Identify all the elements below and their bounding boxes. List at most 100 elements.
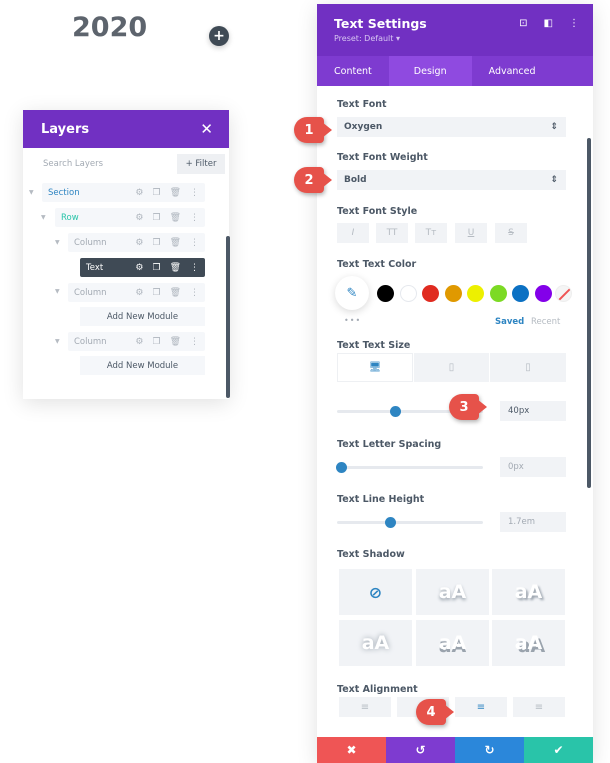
gear-icon[interactable]: ⚙	[135, 188, 143, 198]
more-icon[interactable]: ⋮	[190, 213, 199, 223]
line-height-input[interactable]: 1.7em	[500, 512, 566, 532]
close-icon[interactable]: ✕	[200, 120, 213, 138]
settings-scrollbar[interactable]	[587, 138, 591, 488]
layers-scrollbar[interactable]	[226, 236, 230, 398]
duplicate-icon[interactable]: ❐	[152, 213, 160, 223]
shadow-option-5[interactable]: aA	[492, 620, 565, 666]
layer-section[interactable]: Section ⚙ ❐ 🗑 ⋮	[42, 183, 205, 202]
gear-icon[interactable]: ⚙	[135, 288, 143, 298]
layer-column[interactable]: Column ⚙ ❐ 🗑 ⋮	[68, 332, 205, 351]
strikethrough-button[interactable]: S	[495, 223, 527, 243]
uppercase-button[interactable]: TT	[376, 223, 408, 243]
align-left-button[interactable]: ≡	[339, 697, 391, 717]
trash-icon[interactable]: 🗑	[170, 238, 181, 248]
text-font-weight-label: Text Font Weight	[337, 152, 428, 163]
text-shadow-label: Text Shadow	[337, 549, 405, 560]
text-size-input[interactable]: 40px	[500, 401, 566, 421]
add-new-module-button[interactable]: Add New Module	[80, 356, 205, 375]
layer-column[interactable]: Column ⚙ ❐ 🗑 ⋮	[68, 283, 205, 302]
align-justify-icon: ≡	[534, 701, 544, 713]
color-swatch[interactable]	[489, 285, 507, 302]
layers-title: Layers	[41, 121, 90, 137]
line-height-slider[interactable]	[337, 517, 483, 528]
color-swatch[interactable]	[467, 285, 484, 302]
color-swatch[interactable]	[422, 285, 439, 302]
italic-button[interactable]: I	[337, 223, 369, 243]
letter-spacing-slider[interactable]	[336, 462, 483, 473]
trash-icon[interactable]: 🗑	[170, 337, 181, 347]
layers-search-bar: Search Layers + Filter	[23, 151, 229, 177]
trash-icon[interactable]: 🗑	[170, 213, 181, 223]
shadow-option-4[interactable]: aA	[416, 620, 489, 666]
duplicate-icon[interactable]: ❐	[152, 238, 160, 248]
annotation-marker-4: 4	[416, 699, 454, 725]
slider-handle[interactable]	[390, 406, 402, 417]
page-heading: 2020	[72, 12, 148, 43]
add-section-button[interactable]: +	[209, 26, 229, 46]
redo-button[interactable]: ↻	[455, 737, 524, 763]
slider-handle[interactable]	[384, 517, 396, 528]
duplicate-icon[interactable]: ❐	[152, 288, 160, 298]
text-font-select[interactable]: Oxygen ⇕	[337, 117, 566, 137]
align-right-icon: ≡	[476, 701, 486, 713]
more-icon[interactable]: ⋮	[190, 238, 199, 248]
duplicate-icon[interactable]: ❐	[152, 337, 160, 347]
more-colors-icon[interactable]: •••	[344, 316, 361, 325]
align-right-button[interactable]: ≡	[455, 697, 507, 717]
trash-icon[interactable]: 🗑	[170, 288, 181, 298]
search-layers-input[interactable]: Search Layers	[23, 159, 177, 169]
desktop-tab[interactable]: 🖥	[337, 353, 413, 382]
more-icon[interactable]: ⋮	[190, 337, 199, 347]
color-swatch[interactable]	[534, 285, 552, 302]
tablet-tab[interactable]: ▯	[414, 353, 489, 382]
shadow-option-2[interactable]: aA	[492, 569, 565, 615]
layer-column[interactable]: Column ⚙ ❐ 🗑 ⋮	[68, 233, 205, 252]
shadow-option-1[interactable]: aA	[416, 569, 489, 615]
gear-icon[interactable]: ⚙	[135, 337, 143, 347]
collapse-icon[interactable]: ▼	[41, 214, 46, 221]
undo-button[interactable]: ↺	[386, 737, 455, 763]
collapse-icon[interactable]: ▼	[55, 239, 60, 246]
text-font-label: Text Font	[337, 99, 387, 110]
color-swatch[interactable]	[512, 285, 529, 302]
letter-spacing-label: Text Letter Spacing	[337, 439, 442, 450]
recent-colors-tab[interactable]: Recent	[531, 317, 560, 327]
more-icon[interactable]: ⋮	[190, 263, 199, 273]
letter-spacing-input[interactable]: 0px	[500, 457, 566, 477]
gear-icon[interactable]: ⚙	[135, 238, 143, 248]
layer-text-selected[interactable]: Text ⚙ ❐ 🗑 ⋮	[80, 258, 205, 277]
save-button[interactable]: ✔	[524, 737, 593, 763]
color-swatch[interactable]	[444, 285, 462, 302]
trash-icon[interactable]: 🗑	[170, 188, 181, 198]
eyedropper-icon[interactable]: ✎	[335, 276, 369, 310]
underline-button[interactable]: U	[455, 223, 487, 243]
more-icon[interactable]: ⋮	[190, 288, 199, 298]
saved-colors-tab[interactable]: Saved	[495, 317, 524, 327]
capitalize-button[interactable]: Tт	[415, 223, 447, 243]
color-swatch[interactable]	[377, 285, 394, 302]
align-justify-button[interactable]: ≡	[513, 697, 565, 717]
shadow-option-3[interactable]: aA	[339, 620, 412, 666]
collapse-icon[interactable]: ▼	[55, 288, 60, 295]
shadow-none-option[interactable]: ⊘	[339, 569, 412, 615]
phone-tab[interactable]: ▯	[490, 353, 566, 382]
gear-icon[interactable]: ⚙	[135, 263, 143, 273]
tablet-icon: ▯	[448, 362, 455, 373]
layer-row[interactable]: Row ⚙ ❐ 🗑 ⋮	[55, 208, 205, 227]
collapse-icon[interactable]: ▼	[55, 338, 60, 345]
slider-handle[interactable]	[336, 462, 348, 473]
cancel-button[interactable]: ✖	[317, 737, 386, 763]
duplicate-icon[interactable]: ❐	[152, 263, 160, 273]
text-font-weight-select[interactable]: Bold ⇕	[337, 170, 566, 190]
color-swatch[interactable]	[399, 285, 417, 302]
line-height-label: Text Line Height	[337, 494, 425, 505]
filter-button[interactable]: + Filter	[177, 154, 225, 174]
trash-icon[interactable]: 🗑	[170, 263, 181, 273]
layers-header: Layers ✕	[23, 110, 229, 148]
add-new-module-button[interactable]: Add New Module	[80, 307, 205, 326]
duplicate-icon[interactable]: ❐	[152, 188, 160, 198]
no-color-swatch[interactable]	[555, 285, 572, 302]
more-icon[interactable]: ⋮	[190, 188, 199, 198]
collapse-icon[interactable]: ▼	[29, 189, 34, 196]
gear-icon[interactable]: ⚙	[135, 213, 143, 223]
